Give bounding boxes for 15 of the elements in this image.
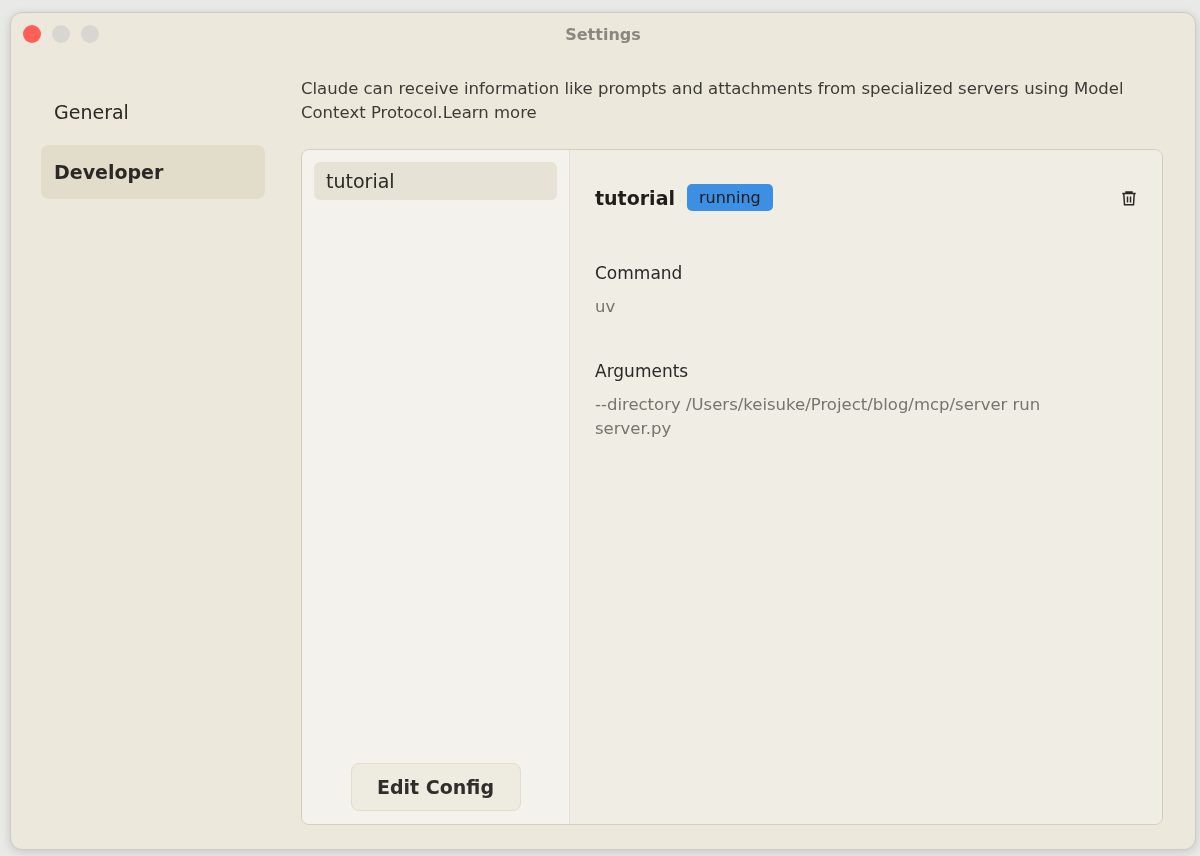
sidebar-item[interactable]: Developer — [41, 145, 265, 199]
field-value: --directory /Users/keisuke/Project/blog/mcp/server run server.py — [595, 394, 1042, 440]
server-item[interactable]: tutorial — [314, 162, 557, 200]
field-label: Command — [595, 263, 684, 283]
field-value: uv — [595, 296, 617, 318]
field-label: Arguments — [595, 361, 690, 381]
edit-config-button[interactable]: Edit Config — [350, 763, 521, 811]
learn-more-link[interactable]: Learn more — [442, 103, 537, 122]
sidebar-item[interactable]: General — [41, 85, 265, 139]
delete-icon[interactable] — [1120, 188, 1138, 207]
status-badge: running — [686, 184, 773, 211]
server-name: tutorial — [595, 186, 675, 209]
intro-text: Claude can receive information like prompts and attachments from specialized servers using Model Context Protocol.Learn more — [301, 78, 1125, 124]
window-title: Settings — [565, 24, 641, 44]
close-button[interactable] — [23, 25, 41, 43]
